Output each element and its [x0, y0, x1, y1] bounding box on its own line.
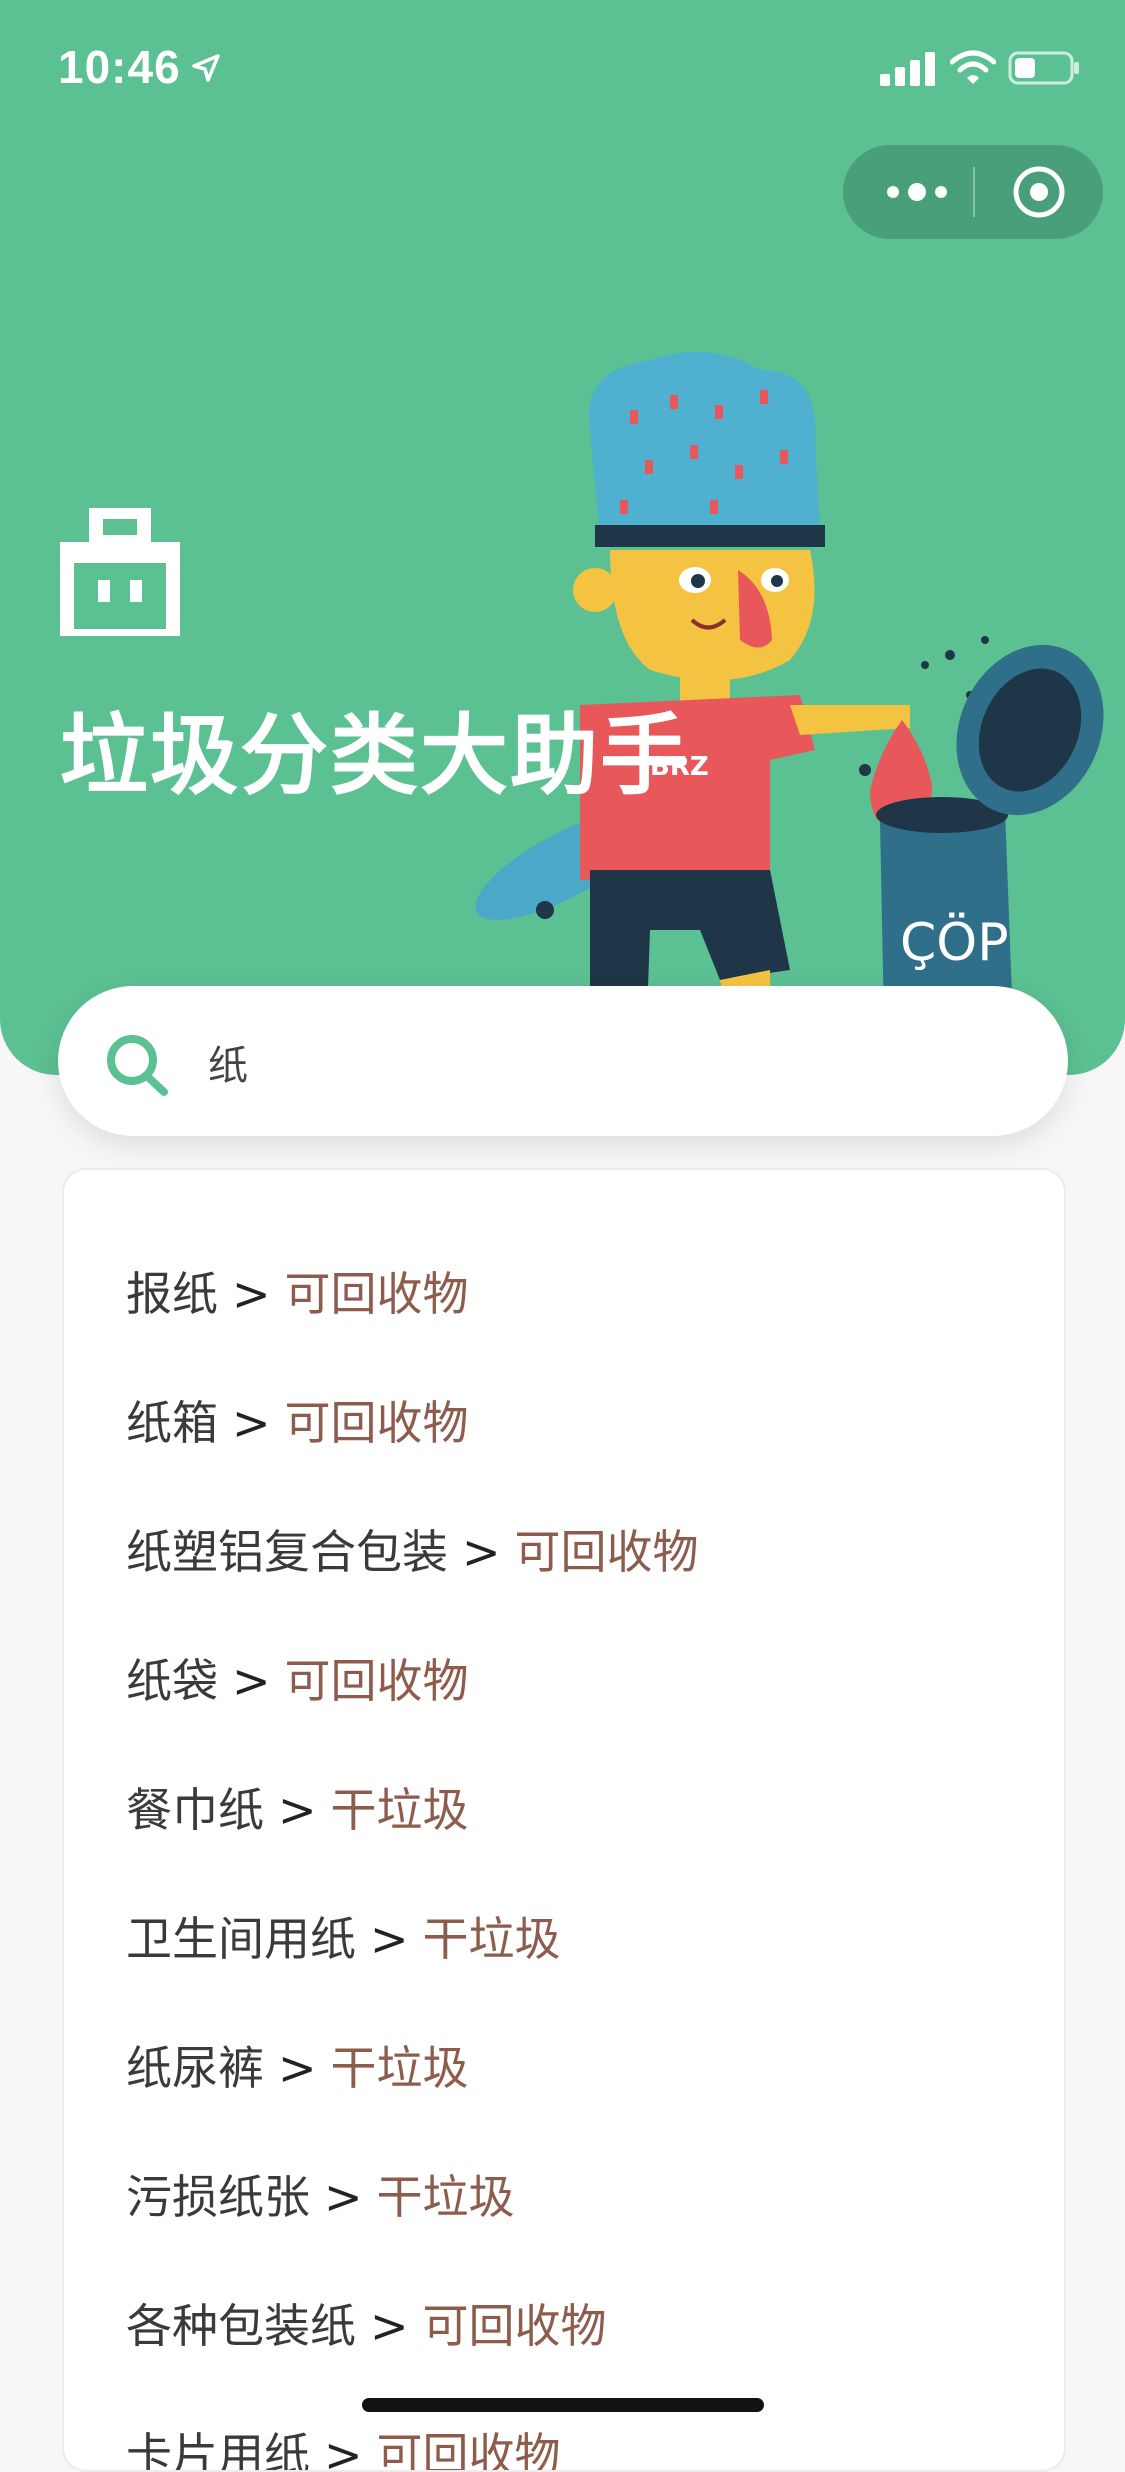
result-separator: >	[324, 2428, 363, 2472]
result-category: 可回收物	[284, 1654, 469, 1708]
result-separator: >	[370, 1912, 409, 1966]
result-item-name: 卡片用纸	[126, 2428, 310, 2472]
signal-icon	[880, 52, 935, 86]
result-separator: >	[462, 1525, 501, 1579]
mini-program-capsule	[843, 145, 1103, 239]
result-item-name: 污损纸张	[126, 2170, 310, 2224]
result-item-name: 报纸	[126, 1267, 218, 1321]
result-item[interactable]: 污损纸张 > 干垃圾	[126, 2169, 699, 2298]
result-separator: >	[278, 2041, 317, 2095]
status-bar: 10:46	[0, 0, 1125, 135]
search-input[interactable]	[206, 1026, 1030, 1098]
search-icon	[107, 1035, 168, 1096]
battery-icon	[1008, 51, 1079, 85]
result-category: 干垃圾	[376, 2170, 515, 2224]
result-item[interactable]: 报纸 > 可回收物	[126, 1266, 699, 1395]
result-item-name: 各种包装纸	[126, 2299, 356, 2353]
result-category: 可回收物	[422, 2299, 607, 2353]
result-item[interactable]: 餐巾纸 > 干垃圾	[126, 1782, 699, 1911]
header-banner: 10:46 BRZ ÇÖP 垃圾分类大助手	[0, 0, 1125, 1075]
location-arrow-icon	[192, 54, 220, 82]
result-item[interactable]: 纸箱 > 可回收物	[126, 1395, 699, 1524]
result-category: 可回收物	[284, 1267, 469, 1321]
close-target-icon[interactable]	[1009, 162, 1069, 222]
result-item[interactable]: 纸袋 > 可回收物	[126, 1653, 699, 1782]
result-item-name: 纸塑铝复合包装	[126, 1525, 448, 1579]
status-time: 10:46	[58, 41, 181, 93]
result-item-name: 纸箱	[126, 1396, 218, 1450]
result-item[interactable]: 卫生间用纸 > 干垃圾	[126, 1911, 699, 2040]
result-item-name: 纸尿裤	[126, 2041, 264, 2095]
result-item[interactable]: 纸尿裤 > 干垃圾	[126, 2040, 699, 2169]
result-item-name: 纸袋	[126, 1654, 218, 1708]
search-bar[interactable]	[58, 986, 1068, 1136]
result-category: 可回收物	[514, 1525, 699, 1579]
result-category: 可回收物	[376, 2428, 561, 2472]
result-item-name: 餐巾纸	[126, 1783, 264, 1837]
result-item-name: 卫生间用纸	[126, 1912, 356, 1966]
search-results-list: 报纸 > 可回收物 纸箱 > 可回收物 纸塑铝复合包装 > 可回收物 纸袋 > 可回收物 餐巾纸…	[126, 1266, 699, 2472]
home-indicator[interactable]	[362, 2398, 764, 2412]
result-separator: >	[370, 2299, 409, 2353]
result-item[interactable]: 纸塑铝复合包装 > 可回收物	[126, 1524, 699, 1653]
svg-text:ÇÖP: ÇÖP	[900, 912, 1009, 973]
result-item[interactable]: 卡片用纸 > 可回收物	[126, 2427, 699, 2472]
result-separator: >	[232, 1654, 271, 1708]
app-title: 垃圾分类大助手	[60, 704, 691, 807]
result-category: 可回收物	[284, 1396, 469, 1450]
result-category: 干垃圾	[330, 2041, 469, 2095]
trash-bin-icon	[60, 508, 180, 636]
result-separator: >	[232, 1267, 271, 1321]
more-icon[interactable]	[877, 165, 957, 219]
result-category: 干垃圾	[330, 1783, 469, 1837]
capsule-divider	[973, 167, 975, 217]
result-category: 干垃圾	[422, 1912, 561, 1966]
search-results-card: 报纸 > 可回收物 纸箱 > 可回收物 纸塑铝复合包装 > 可回收物 纸袋 > 可回收物 餐巾纸…	[62, 1168, 1066, 2472]
result-separator: >	[232, 1396, 271, 1450]
result-separator: >	[278, 1783, 317, 1837]
result-separator: >	[324, 2170, 363, 2224]
wifi-icon	[950, 50, 996, 84]
